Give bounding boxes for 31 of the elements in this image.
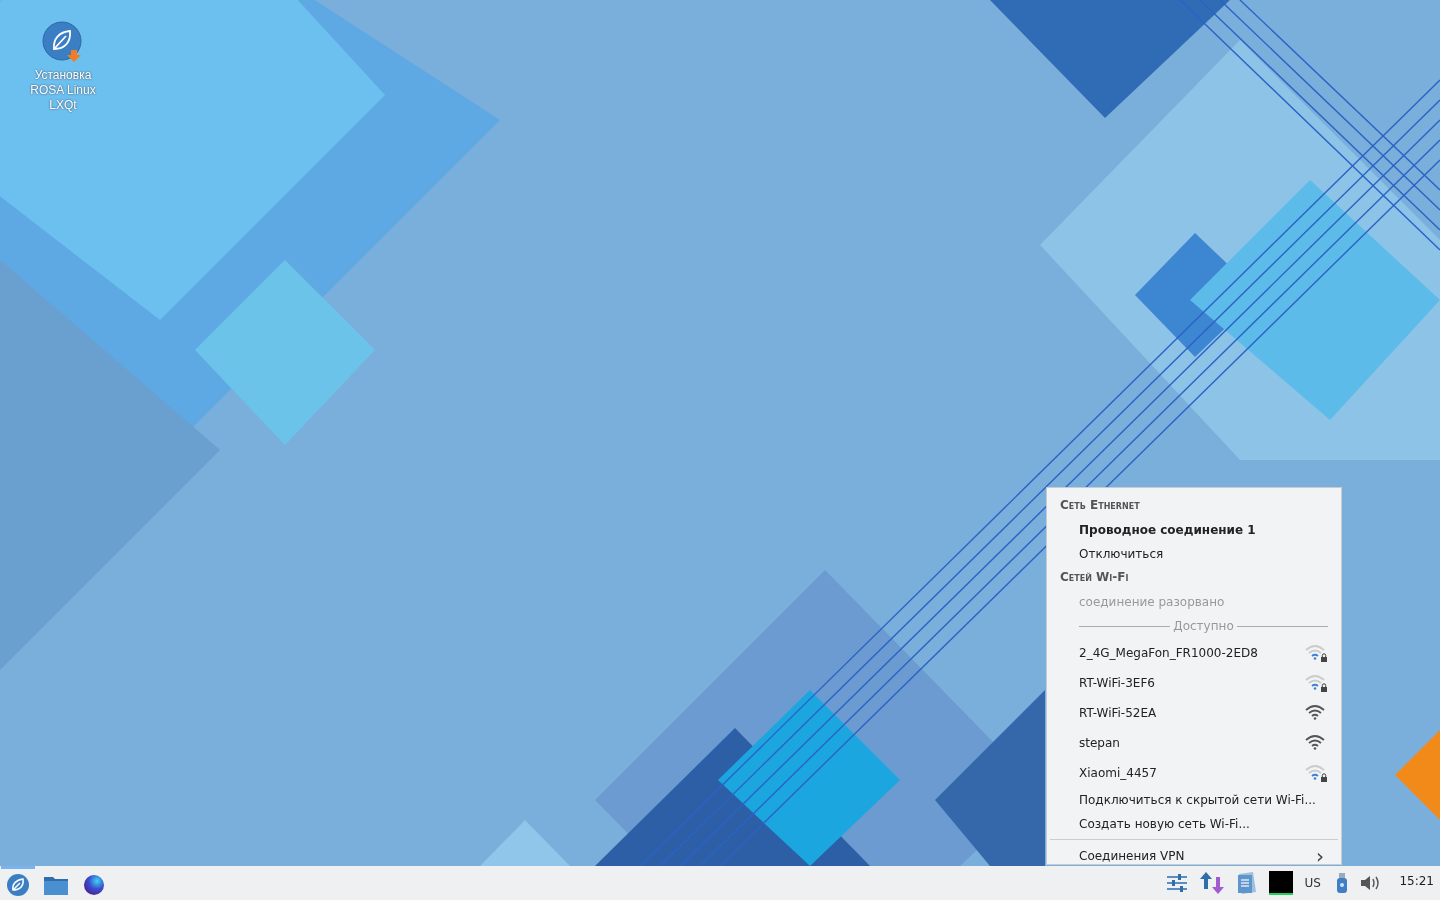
submenu-item[interactable]: Соединения VPN › bbox=[1050, 843, 1338, 869]
clock[interactable]: 15:21 bbox=[1399, 874, 1434, 888]
section-header: Сеть Ethernet bbox=[1059, 497, 1141, 514]
caret-icon: › bbox=[1316, 846, 1324, 866]
network-item[interactable]: stepan bbox=[1050, 728, 1338, 758]
separator-label: Доступно bbox=[1172, 619, 1235, 633]
network-name: 2_4G_MegaFon_FR1000-2ED8 bbox=[1079, 646, 1258, 660]
keyboard-layout[interactable]: US bbox=[1304, 876, 1325, 890]
network-item[interactable]: RT-WiFi-3EF6 bbox=[1050, 668, 1338, 698]
network-name: RT-WiFi-3EF6 bbox=[1079, 676, 1155, 690]
globe-icon bbox=[83, 873, 105, 896]
notes-icon[interactable] bbox=[1236, 871, 1259, 895]
network-item[interactable]: RT-WiFi-52EA bbox=[1050, 698, 1338, 728]
menu-item[interactable]: Подключиться к скрытой сети Wi-Fi... bbox=[1050, 788, 1338, 812]
monitor-graph-icon[interactable] bbox=[1269, 871, 1294, 895]
network-name: stepan bbox=[1079, 736, 1120, 750]
submenu-label: Соединения VPN bbox=[1079, 849, 1185, 863]
network-item[interactable]: 2_4G_MegaFon_FR1000-2ED8 bbox=[1050, 638, 1338, 668]
network-name: Xiaomi_4457 bbox=[1079, 766, 1157, 780]
status-text: соединение разорвано bbox=[1078, 594, 1226, 611]
leaf-icon bbox=[6, 872, 30, 897]
menu-item[interactable]: Проводное соединение 1 bbox=[1050, 518, 1338, 542]
network-item[interactable]: Xiaomi_4457 bbox=[1050, 758, 1338, 788]
usb-drive-icon[interactable] bbox=[1335, 872, 1350, 894]
section-header: Сетей Wi-Fi bbox=[1059, 569, 1130, 586]
transfer-arrows-icon[interactable] bbox=[1199, 871, 1226, 895]
installer-icon[interactable] bbox=[41, 20, 85, 64]
sliders-icon[interactable] bbox=[1166, 873, 1189, 893]
menu-item[interactable]: Создать новую сеть Wi-Fi... bbox=[1050, 812, 1338, 836]
network-name: RT-WiFi-52EA bbox=[1079, 706, 1157, 720]
menu-item[interactable]: Отключиться bbox=[1050, 542, 1338, 566]
